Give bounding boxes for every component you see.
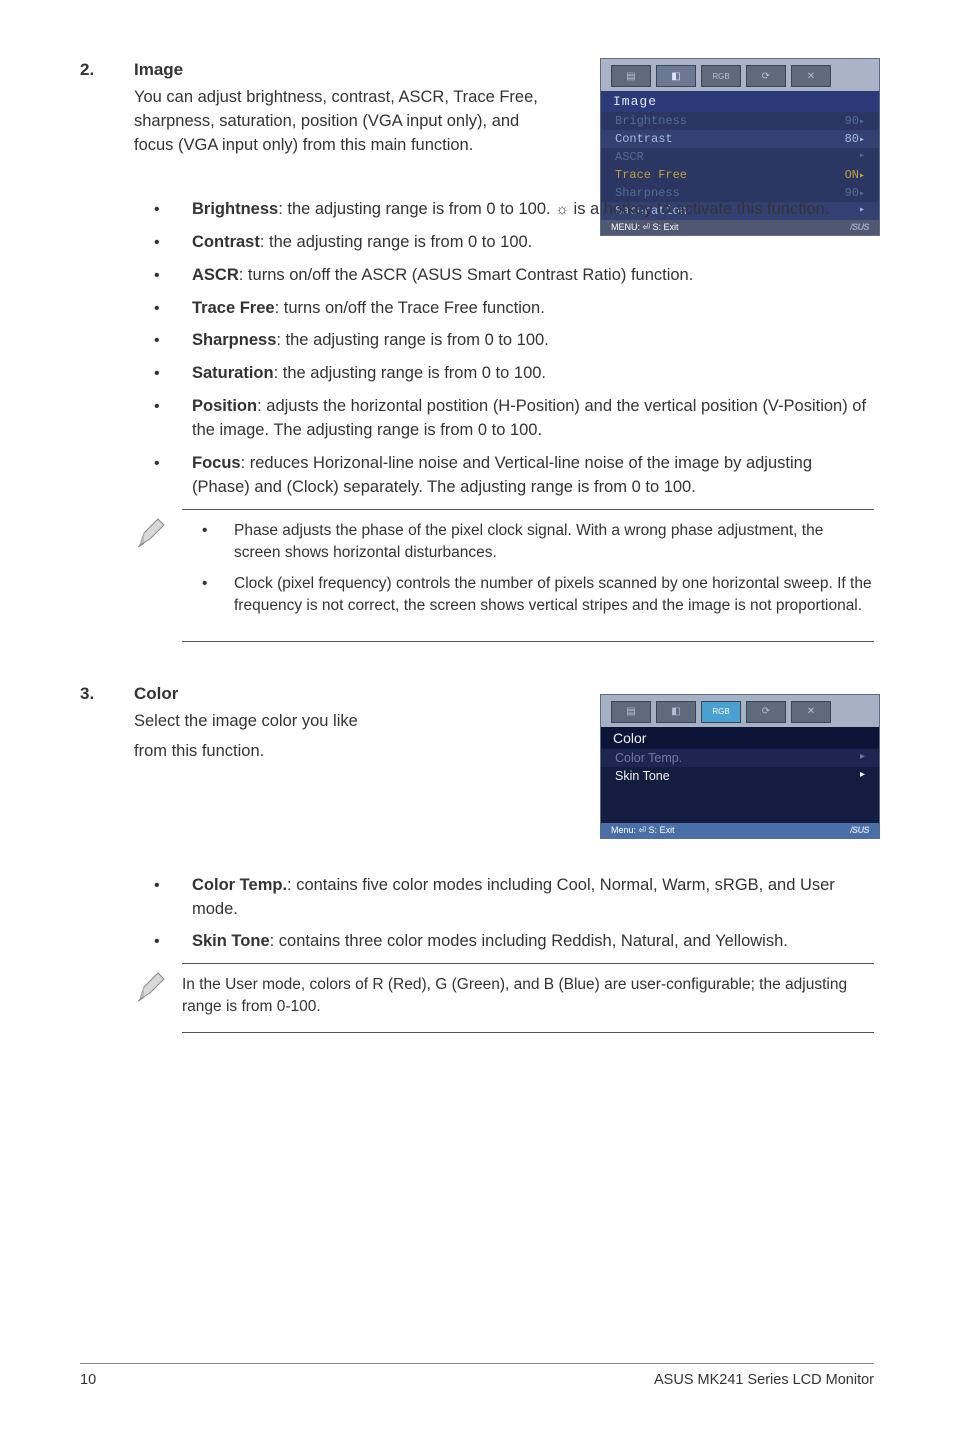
- page-number: 10: [80, 1372, 96, 1388]
- osd-row: ASCR▸: [601, 148, 879, 166]
- bullet-item: Sharpness: the adjusting range is from 0…: [134, 329, 874, 353]
- bullet-item: Trace Free: turns on/off the Trace Free …: [134, 297, 874, 321]
- osd-title: Image: [601, 91, 879, 112]
- bullet-item: Position: adjusts the horizontal postiti…: [134, 395, 874, 443]
- osd-tab-rgb-icon: RGB: [701, 701, 741, 723]
- osd-tab-input-icon: ⟳: [746, 65, 786, 87]
- osd-tab-icon: ▤: [611, 701, 651, 723]
- osd-tab-exit-icon: ✕: [791, 65, 831, 87]
- osd-tab-input-icon: ⟳: [746, 701, 786, 723]
- osd-row: Trace FreeON▸: [601, 166, 879, 184]
- bullet-item: Focus: reduces Horizonal-line noise and …: [134, 452, 874, 500]
- section-title-image: Image: [134, 60, 183, 80]
- osd-footer-hint: Menu: ⏎ S: Exit: [611, 825, 675, 836]
- bullet-item: Color Temp.: contains five color modes i…: [134, 874, 874, 922]
- bullet-item: Brightness: the adjusting range is from …: [134, 198, 874, 222]
- osd-tab-exit-icon: ✕: [791, 701, 831, 723]
- osd-tab-icon: ▤: [611, 65, 651, 87]
- footer-label: ASUS MK241 Series LCD Monitor: [654, 1372, 874, 1388]
- osd-row: Skin Tone▸: [601, 767, 879, 785]
- pencil-icon: [134, 963, 182, 1010]
- osd-tab-rgb-icon: RGB: [701, 65, 741, 87]
- osd-tab-image-icon: ◧: [656, 701, 696, 723]
- section-number: 3.: [80, 684, 134, 704]
- pencil-icon: [134, 509, 182, 556]
- osd-title: Color: [601, 727, 879, 749]
- osd-row: Brightness90▸: [601, 112, 879, 130]
- bullet-item: Skin Tone: contains three color modes in…: [134, 930, 874, 954]
- osd-brand: /SUS: [850, 825, 869, 836]
- section-desc-color-l2: from this function.: [134, 740, 264, 764]
- note-item: Clock (pixel frequency) controls the num…: [182, 573, 874, 616]
- section-desc-image: You can adjust brightness, contrast, ASC…: [134, 86, 554, 158]
- bullet-item: Saturation: the adjusting range is from …: [134, 362, 874, 386]
- brightness-hotkey-icon: ☼: [555, 201, 569, 218]
- section-number: 2.: [80, 60, 134, 80]
- osd-tab-image-icon: ◧: [656, 65, 696, 87]
- note-user-mode: In the User mode, colors of R (Red), G (…: [182, 963, 874, 1032]
- osd-row: Contrast80▸: [601, 130, 879, 148]
- osd-color-panel: ▤ ◧ RGB ⟳ ✕ Color Color Temp.▸Skin Tone▸…: [600, 694, 880, 839]
- note-item: Phase adjusts the phase of the pixel clo…: [182, 520, 874, 563]
- section-title-color: Color: [134, 684, 178, 704]
- bullet-item: Contrast: the adjusting range is from 0 …: [134, 231, 874, 255]
- bullet-item: ASCR: turns on/off the ASCR (ASUS Smart …: [134, 264, 874, 288]
- osd-row: Color Temp.▸: [601, 749, 879, 767]
- section-desc-color-l1: Select the image color you like: [134, 712, 358, 730]
